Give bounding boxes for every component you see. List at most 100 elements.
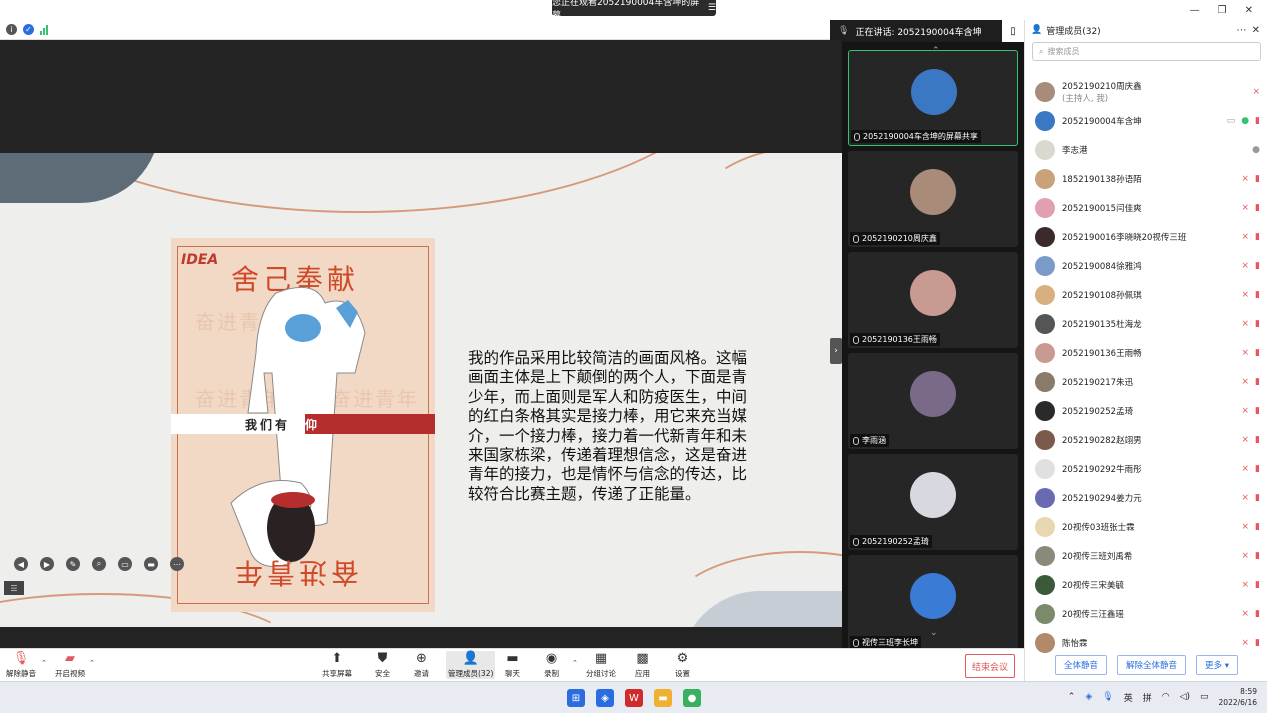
mic-muted-icon[interactable]: ⨯	[1242, 522, 1250, 532]
mic-muted-icon[interactable]: ⨯	[1242, 261, 1250, 271]
mic-muted-icon[interactable]: ⨯	[1242, 551, 1250, 561]
meeting-app-icon[interactable]: ◈	[596, 689, 614, 707]
video-tile[interactable]: 2052190210周庆鑫	[848, 151, 1018, 247]
member-search-input[interactable]: ⌕ 搜索成员	[1032, 42, 1261, 61]
chevron-up-icon[interactable]: ⌃	[41, 659, 47, 667]
next-icon[interactable]: ▶	[40, 557, 54, 571]
mic-muted-icon[interactable]: ⨯	[1242, 406, 1250, 416]
mic-muted-icon[interactable]: ⨯	[1242, 377, 1250, 387]
mic-muted-icon[interactable]: ⨯	[1252, 87, 1260, 97]
participant-row[interactable]: 2052190136王雨畅 ⨯ ▮	[1025, 338, 1267, 367]
camera-off-icon[interactable]: ▮	[1255, 174, 1260, 184]
mic-muted-icon[interactable]: ⨯	[1242, 493, 1250, 503]
toolbar-apps-button[interactable]: ▩ 应用	[635, 651, 650, 679]
mic-muted-icon[interactable]: ⨯	[1242, 435, 1250, 445]
battery-icon[interactable]: ▭	[1200, 692, 1209, 702]
mic-muted-icon[interactable]: ⨯	[1242, 232, 1250, 242]
mic-icon[interactable]: 🎙	[1102, 692, 1113, 702]
mic-muted-icon[interactable]: ⨯	[1242, 174, 1250, 184]
camera-off-icon[interactable]: ▮	[1255, 319, 1260, 329]
camera-off-icon[interactable]: ▮	[1255, 464, 1260, 474]
previous-icon[interactable]: ◀	[14, 557, 28, 571]
participant-row[interactable]: 2052190108孙佩琪 ⨯ ▮	[1025, 280, 1267, 309]
minimize-icon[interactable]: —	[1190, 5, 1200, 16]
camera-off-icon[interactable]: ▮	[1255, 435, 1260, 445]
chevron-up-icon[interactable]: ⌃	[89, 659, 95, 667]
camera-off-icon[interactable]: ▮	[1255, 377, 1260, 387]
clock[interactable]: 8:59 2022/6/16	[1219, 686, 1257, 708]
shield-icon[interactable]: ✓	[23, 24, 34, 35]
toolbar-shield-button[interactable]: ⛊ 安全	[375, 651, 390, 679]
wechat-icon[interactable]: ●	[683, 689, 701, 707]
participant-row[interactable]: 2052190282赵翊男 ⨯ ▮	[1025, 425, 1267, 454]
participant-row[interactable]: 20视传三汪鑫瑶 ⨯ ▮	[1025, 599, 1267, 628]
mic-muted-icon[interactable]: ⨯	[1242, 609, 1250, 619]
toolbar-breakout-button[interactable]: ▦ 分组讨论	[586, 651, 616, 679]
list-icon[interactable]: ☰	[4, 581, 24, 595]
camera-off-icon[interactable]: ▮	[1255, 348, 1260, 358]
collapse-panel-icon[interactable]: ›	[830, 338, 842, 364]
camera-off-icon[interactable]: ▮	[1255, 116, 1260, 126]
camera-off-icon[interactable]: ▮	[1255, 609, 1260, 619]
toolbar-camera-off-button[interactable]: ▰ 开启视频	[55, 651, 85, 679]
toolbar-share-screen-button[interactable]: ⬆ 共享屏幕	[322, 651, 352, 679]
zoom-icon[interactable]: ⌕	[92, 557, 106, 571]
meeting-tray-icon[interactable]: ◈	[1085, 692, 1092, 702]
participant-row[interactable]: 1852190138孙语陌 ⨯ ▮	[1025, 164, 1267, 193]
toolbar-record-button[interactable]: ◉ 录制	[544, 651, 559, 679]
volume-icon[interactable]: ◁)	[1180, 692, 1190, 702]
mic-muted-icon[interactable]: ⨯	[1242, 464, 1250, 474]
participant-row[interactable]: 20视传三班刘禹希 ⨯ ▮	[1025, 541, 1267, 570]
video-tile[interactable]: 2052190004车含坤的屏幕共享	[848, 50, 1018, 146]
chevron-up-icon[interactable]: ⌃	[572, 659, 578, 667]
mic-muted-icon[interactable]: ⨯	[1242, 319, 1250, 329]
more-icon[interactable]: ⋯	[170, 557, 184, 571]
camera-off-icon[interactable]: ▮	[1255, 203, 1260, 213]
participant-row[interactable]: 李志港 ●	[1025, 135, 1267, 164]
signal-icon[interactable]	[40, 24, 48, 35]
layout-toggle-icon[interactable]: ▯	[1002, 20, 1024, 42]
participant-row[interactable]: 2052190292牛雨彤 ⨯ ▮	[1025, 454, 1267, 483]
mic-icon[interactable]: ●	[1241, 116, 1249, 126]
participant-row[interactable]: 2052190217朱迅 ⨯ ▮	[1025, 367, 1267, 396]
ime-lang[interactable]: 英	[1124, 691, 1133, 704]
panel-more-icon[interactable]: ⋯ ✕	[1236, 25, 1261, 36]
toolbar-members-button[interactable]: 👤 管理成员(32)	[446, 651, 496, 679]
camera-off-icon[interactable]: ▮	[1255, 551, 1260, 561]
windows-start-icon[interactable]: ⊞	[567, 689, 585, 707]
participant-row[interactable]: 20视传三宋美毓 ⨯ ▮	[1025, 570, 1267, 599]
info-icon[interactable]: i	[6, 24, 17, 35]
maximize-icon[interactable]: ❐	[1218, 5, 1227, 16]
camera-off-icon[interactable]: ▮	[1255, 580, 1260, 590]
camera-off-icon[interactable]: ▮	[1255, 261, 1260, 271]
scroll-up-icon[interactable]: ⌃	[932, 46, 940, 56]
camera-off-icon[interactable]: ▮	[1255, 522, 1260, 532]
video-tile[interactable]: 2052190136王雨畅	[848, 252, 1018, 348]
pen-icon[interactable]: ✎	[66, 557, 80, 571]
mic-muted-icon[interactable]: ⨯	[1242, 638, 1250, 648]
mic-icon[interactable]: ●	[1252, 145, 1260, 155]
close-icon[interactable]: ✕	[1245, 5, 1253, 16]
participant-row[interactable]: 2052190084徐雅鸿 ⨯ ▮	[1025, 251, 1267, 280]
mic-muted-icon[interactable]: ⨯	[1242, 290, 1250, 300]
participant-row[interactable]: 2052190294姜力元 ⨯ ▮	[1025, 483, 1267, 512]
scroll-down-icon[interactable]: ⌄	[930, 628, 938, 638]
subtitle-icon[interactable]: ▭	[118, 557, 132, 571]
toolbar-settings-button[interactable]: ⚙ 设置	[675, 651, 690, 679]
menu-icon[interactable]: ☰	[708, 3, 716, 13]
mic-muted-icon[interactable]: ⨯	[1242, 580, 1250, 590]
participant-row[interactable]: 2052190210周庆鑫 (主持人, 我) ⨯	[1025, 77, 1267, 106]
toolbar-chat-button[interactable]: ▬ 聊天	[505, 651, 520, 679]
end-meeting-button[interactable]: 结束会议	[965, 654, 1015, 678]
camera-off-icon[interactable]: ▮	[1255, 406, 1260, 416]
mute-all-button[interactable]: 全体静音	[1055, 655, 1108, 675]
viewing-banner[interactable]: 您正在观看2052190004车含坤的屏幕 ☰	[552, 0, 716, 21]
participant-row[interactable]: 2052190016李晓晓20视传三班 ⨯ ▮	[1025, 222, 1267, 251]
camera-off-icon[interactable]: ▮	[1255, 232, 1260, 242]
toolbar-mic-muted-button[interactable]: 🎙 解除静音	[6, 651, 36, 679]
ime-mode[interactable]: 拼	[1143, 691, 1152, 704]
toolbar-invite-button[interactable]: ⊕ 邀请	[414, 651, 429, 679]
chevron-up-icon[interactable]: ⌃	[1068, 692, 1076, 702]
participant-row[interactable]: 2052190252孟琦 ⨯ ▮	[1025, 396, 1267, 425]
participant-row[interactable]: 2052190015闫佳爽 ⨯ ▮	[1025, 193, 1267, 222]
